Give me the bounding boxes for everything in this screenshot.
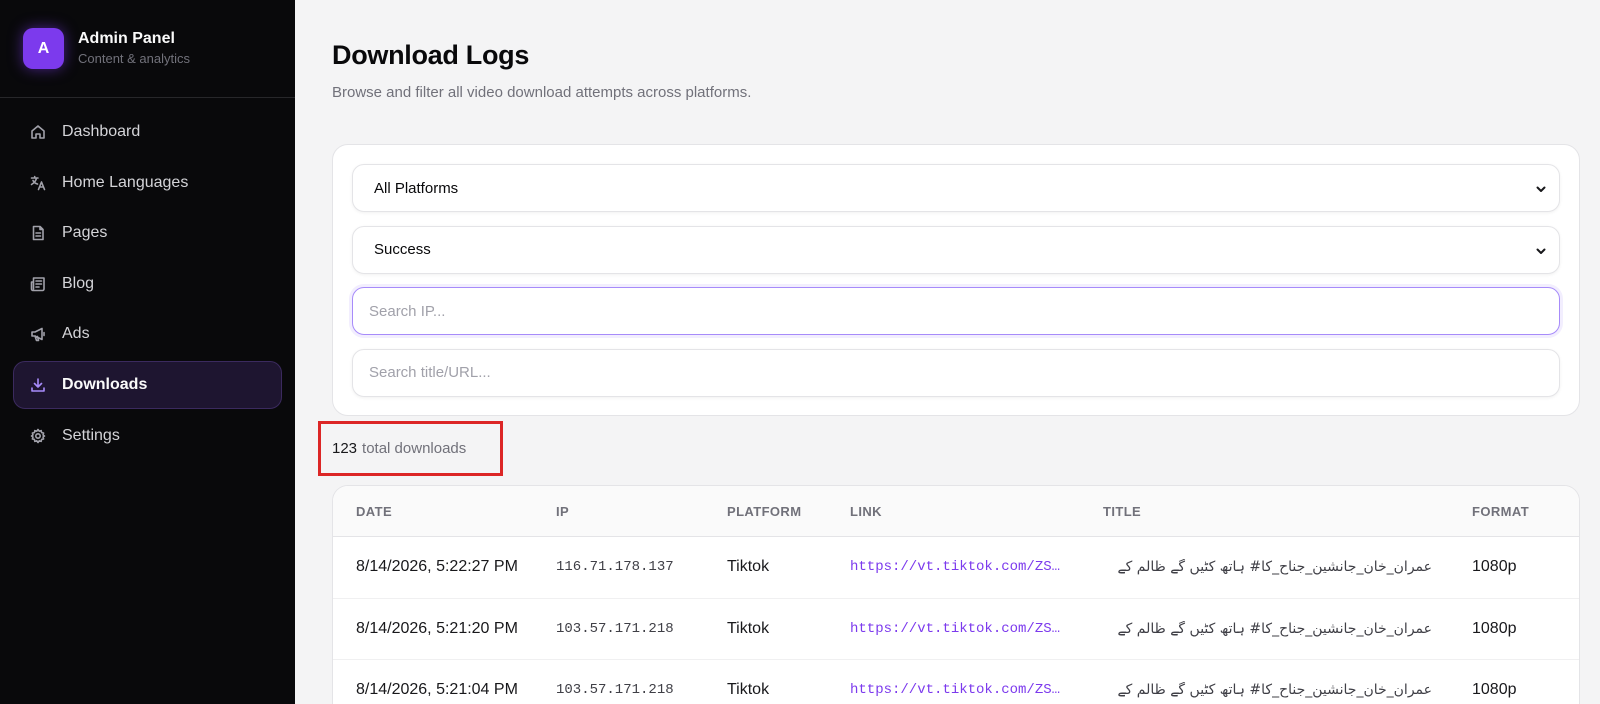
page-title: Download Logs [332, 40, 530, 70]
filters-card: All Platforms Success [332, 144, 1580, 416]
sidebar-item-ads[interactable]: Ads [13, 310, 282, 358]
cell-platform: Tiktok [727, 681, 770, 699]
table-row[interactable]: 8/14/2026, 5:22:27 PM 116.71.178.137 Tik… [333, 537, 1579, 599]
table-header: DATE IP PLATFORM LINK TITLE FORMAT [333, 486, 1579, 537]
sidebar-item-label: Dashboard [62, 123, 141, 140]
cell-ip: 103.57.171.218 [556, 682, 674, 699]
table-row[interactable]: 8/14/2026, 5:21:20 PM 103.57.171.218 Tik… [333, 599, 1579, 660]
column-header-format[interactable]: FORMAT [1472, 504, 1572, 519]
sidebar-item-home-languages[interactable]: Home Languages [13, 159, 282, 207]
cell-ip: 116.71.178.137 [556, 559, 674, 576]
gear-icon [29, 427, 47, 445]
sidebar-item-label: Downloads [62, 375, 148, 393]
cell-link[interactable]: https://vt.tiktok.com/ZS… [850, 621, 1103, 637]
cell-format: 1080p [1472, 681, 1517, 699]
sidebar-item-downloads[interactable]: Downloads [13, 360, 282, 409]
sidebar-item-label: Pages [62, 224, 108, 242]
status-select-value: Success [374, 241, 431, 258]
cell-date: 8/14/2026, 5:21:04 PM [356, 681, 518, 699]
sidebar: A Admin Panel Content & analytics Dashbo… [0, 0, 295, 704]
sidebar-item-label: Home Languages [62, 173, 189, 191]
cell-platform: Tiktok [727, 558, 770, 576]
total-downloads-label: total downloads [362, 440, 467, 457]
ip-search-input[interactable] [369, 302, 1547, 320]
table-row[interactable]: 8/14/2026, 5:21:04 PM 103.57.171.218 Tik… [333, 660, 1579, 704]
page-subtitle: Browse and filter all video download att… [332, 84, 752, 101]
sidebar-item-label: Ads [62, 325, 90, 343]
sidebar-item-blog[interactable]: Blog [13, 260, 282, 308]
cell-link[interactable]: https://vt.tiktok.com/ZS… [850, 559, 1103, 575]
total-downloads-summary: 123 total downloads [318, 421, 503, 476]
sidebar-item-label: Blog [62, 274, 95, 292]
download-icon [29, 376, 47, 394]
title-search-field [352, 348, 1560, 397]
chevron-down-icon [1535, 182, 1547, 194]
column-header-date[interactable]: DATE [333, 504, 556, 519]
brand: A Admin Panel Content & analytics [0, 0, 295, 98]
sidebar-nav: Dashboard Home Languages Pages Blog Ads … [0, 98, 295, 460]
total-downloads-count: 123 [332, 440, 358, 457]
cell-link[interactable]: https://vt.tiktok.com/ZS… [850, 682, 1103, 698]
megaphone-icon [29, 325, 47, 343]
platform-select-value: All Platforms [374, 179, 459, 197]
brand-logo: A [23, 28, 64, 69]
ip-search-field [352, 287, 1560, 335]
cell-date: 8/14/2026, 5:22:27 PM [356, 558, 518, 576]
chevron-down-icon [1535, 244, 1547, 256]
cell-format: 1080p [1472, 619, 1517, 637]
sidebar-item-settings[interactable]: Settings [13, 412, 282, 460]
brand-title: Admin Panel [78, 30, 175, 47]
downloads-table: DATE IP PLATFORM LINK TITLE FORMAT 8/14/… [332, 485, 1580, 704]
status-select[interactable]: Success [352, 225, 1560, 274]
main-content: Download Logs Browse and filter all vide… [295, 0, 1600, 704]
brand-text: Admin Panel Content & analytics [78, 29, 190, 68]
column-header-link[interactable]: LINK [850, 504, 1103, 519]
home-icon [29, 123, 47, 141]
cell-ip: 103.57.171.218 [556, 620, 674, 637]
platform-select[interactable]: All Platforms [352, 164, 1560, 212]
column-header-title[interactable]: TITLE [1103, 504, 1472, 519]
document-icon [29, 224, 47, 242]
cell-platform: Tiktok [727, 619, 770, 637]
sidebar-item-pages[interactable]: Pages [13, 209, 282, 257]
newspaper-icon [29, 275, 47, 293]
title-url-search-input[interactable] [369, 364, 1547, 381]
column-header-ip[interactable]: IP [556, 504, 727, 519]
cell-date: 8/14/2026, 5:21:20 PM [356, 619, 518, 637]
cell-title: عمران_خان_جانشین_جناح_کا# ہاتھ کٹیں گے ظ… [1117, 559, 1432, 576]
sidebar-item-dashboard[interactable]: Dashboard [13, 108, 282, 156]
cell-title: عمران_خان_جانشین_جناح_کا# ہاتھ کٹیں گے ظ… [1117, 620, 1432, 637]
brand-subtitle: Content & analytics [78, 51, 191, 66]
cell-format: 1080p [1472, 558, 1517, 576]
column-header-platform[interactable]: PLATFORM [727, 504, 850, 519]
translate-icon [29, 174, 47, 192]
sidebar-item-label: Settings [62, 426, 120, 444]
cell-title: عمران_خان_جانشین_جناح_کا# ہاتھ کٹیں گے ظ… [1117, 682, 1432, 699]
